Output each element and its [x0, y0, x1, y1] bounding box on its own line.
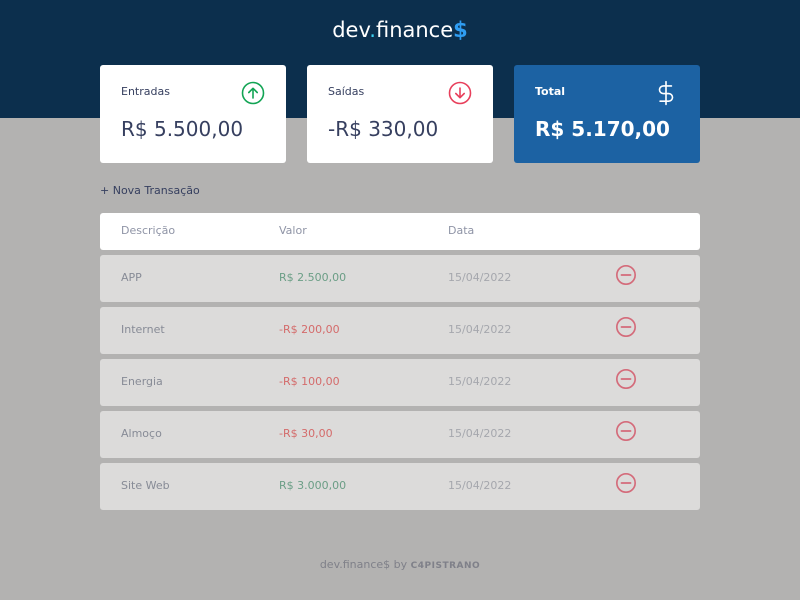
app-logo: dev.finance$	[0, 18, 800, 42]
income-card-value: R$ 5.500,00	[121, 117, 244, 141]
transaction-date: 15/04/2022	[448, 479, 512, 492]
dollar-sign-icon	[658, 80, 674, 106]
logo-text-finance: finance	[375, 18, 454, 42]
remove-transaction-icon[interactable]	[615, 420, 637, 442]
transaction-date: 15/04/2022	[448, 271, 512, 284]
total-card-value: R$ 5.170,00	[535, 117, 670, 141]
transaction-description: Almoço	[121, 427, 162, 440]
column-header-description: Descrição	[121, 224, 176, 237]
income-card-label: Entradas	[121, 85, 170, 98]
transaction-description: Site Web	[121, 479, 170, 492]
remove-transaction-icon[interactable]	[615, 368, 637, 390]
transaction-amount: R$ 3.000,00	[279, 479, 347, 492]
arrow-down-circle-icon	[448, 81, 472, 105]
table-row: APP R$ 2.500,00 15/04/2022	[100, 255, 700, 302]
remove-transaction-icon[interactable]	[615, 264, 637, 286]
transaction-amount: -R$ 100,00	[279, 375, 340, 388]
footer-text: dev.finance$ by	[319, 558, 408, 571]
remove-transaction-icon[interactable]	[615, 316, 637, 338]
transaction-date: 15/04/2022	[448, 427, 512, 440]
transaction-description: Energia	[121, 375, 163, 388]
column-header-amount: Valor	[279, 224, 307, 237]
new-transaction-button[interactable]: + Nova Transação	[100, 184, 200, 197]
expense-card-value: -R$ 330,00	[328, 117, 439, 141]
transaction-amount: -R$ 200,00	[279, 323, 340, 336]
expense-card: Saídas -R$ 330,00	[307, 65, 493, 163]
footer: dev.finance$ by C4PISTRANO	[0, 558, 800, 571]
remove-transaction-icon[interactable]	[615, 472, 637, 494]
income-card: Entradas R$ 5.500,00	[100, 65, 286, 163]
total-card: Total R$ 5.170,00	[514, 65, 700, 163]
transaction-date: 15/04/2022	[448, 375, 512, 388]
transaction-description: Internet	[121, 323, 165, 336]
arrow-up-circle-icon	[241, 81, 265, 105]
column-header-date: Data	[448, 224, 475, 237]
logo-dot: .	[369, 18, 376, 42]
transaction-amount: R$ 2.500,00	[279, 271, 347, 284]
table-row: Internet -R$ 200,00 15/04/2022	[100, 307, 700, 354]
total-card-label: Total	[535, 85, 566, 98]
expense-card-label: Saídas	[328, 85, 365, 98]
table-row: Almoço -R$ 30,00 15/04/2022	[100, 411, 700, 458]
transactions-table-header: Descrição Valor Data	[100, 213, 700, 250]
transaction-amount: -R$ 30,00	[279, 427, 333, 440]
transaction-date: 15/04/2022	[448, 323, 512, 336]
footer-brand: C4PISTRANO	[410, 561, 481, 571]
table-row: Energia -R$ 100,00 15/04/2022	[100, 359, 700, 406]
logo-text-dev: dev	[332, 18, 370, 42]
transaction-description: APP	[121, 271, 142, 284]
logo-dollar-symbol: $	[453, 18, 468, 42]
table-row: Site Web R$ 3.000,00 15/04/2022	[100, 463, 700, 510]
